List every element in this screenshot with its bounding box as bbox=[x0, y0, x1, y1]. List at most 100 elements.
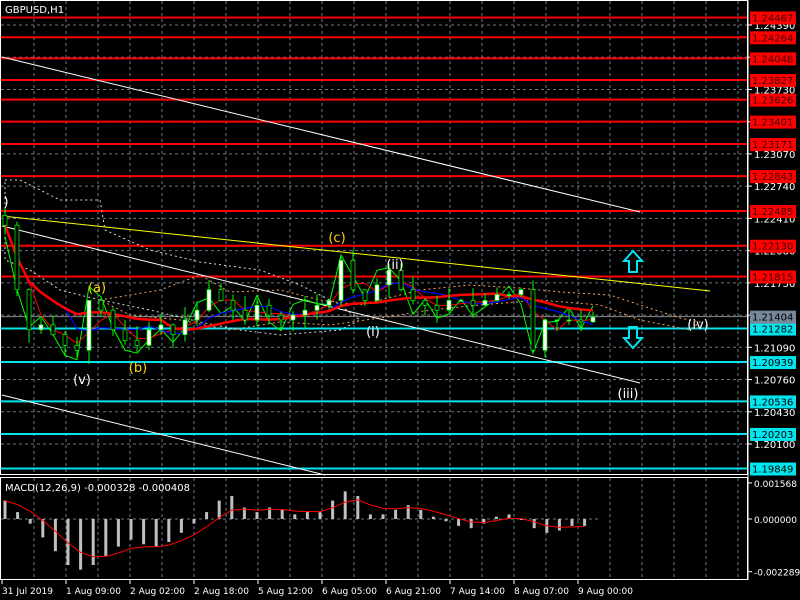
time-tick-label: 2 Aug 02:00 bbox=[130, 587, 185, 597]
time-tick-label: 31 Jul 2019 bbox=[2, 587, 53, 597]
macd-tick-label: -0.002289 bbox=[754, 569, 800, 579]
resistance-level-label: 1.22130 bbox=[752, 242, 793, 253]
wave-labels: (a) (b) (c) (v) (i) (ii) (iii) (iv)) bbox=[3, 195, 708, 402]
trendline-lower-white[interactable] bbox=[1, 394, 326, 476]
resistance-level-label: 1.23626 bbox=[752, 96, 793, 107]
macd-histogram-bar bbox=[230, 496, 234, 519]
macd-histogram-bar bbox=[142, 519, 146, 545]
candle-body bbox=[434, 304, 440, 311]
resistance-level-label: 1.22843 bbox=[752, 172, 793, 183]
macd-histogram-bar bbox=[91, 519, 95, 565]
macd-histogram-bar bbox=[205, 512, 209, 519]
time-axis: 31 Jul 2019 1 Aug 09:00 2 Aug 02:00 2 Aug 1… bbox=[1, 580, 633, 597]
resistance-level-label: 1.24048 bbox=[752, 54, 793, 65]
price-tick-label: 1.23070 bbox=[754, 150, 795, 161]
candle-body bbox=[122, 329, 128, 341]
time-tick-label: 6 Aug 05:00 bbox=[322, 587, 377, 597]
time-tick-label: 5 Aug 12:00 bbox=[258, 587, 313, 597]
support-level-label: 1.20536 bbox=[752, 397, 793, 408]
macd-histogram-bar bbox=[431, 516, 435, 519]
macd-histogram-bar bbox=[305, 512, 309, 519]
candle-body bbox=[542, 319, 548, 351]
candle-body bbox=[170, 324, 176, 335]
price-tick-label: 1.20430 bbox=[754, 408, 795, 419]
candle-body bbox=[62, 334, 68, 346]
candle-body bbox=[278, 314, 284, 321]
support-level-label: 1.21282 bbox=[752, 325, 793, 336]
macd-histogram-bar bbox=[444, 519, 448, 522]
candle-body bbox=[158, 324, 164, 331]
macd-histogram-bar bbox=[217, 500, 221, 519]
macd-histogram-bar bbox=[79, 519, 83, 570]
macd-tick-label: 0.001568 bbox=[754, 480, 797, 490]
candle-body bbox=[218, 289, 224, 301]
price-tick-label: 1.20760 bbox=[754, 376, 795, 387]
wave-label: (a) bbox=[88, 281, 106, 296]
macd-histogram-bar bbox=[179, 519, 183, 533]
wave-label: (i) bbox=[366, 325, 380, 340]
symbol-title: GBPUSD,H1 bbox=[5, 5, 64, 16]
trendline-yellow[interactable] bbox=[1, 215, 711, 292]
macd-histogram-bar bbox=[457, 519, 461, 526]
candle-body bbox=[74, 345, 80, 351]
candle-body bbox=[482, 300, 488, 306]
current-price-label: 1.21404 bbox=[752, 313, 793, 324]
candle-body bbox=[374, 284, 380, 301]
candle-body bbox=[506, 294, 512, 296]
macd-histogram-bar bbox=[255, 512, 259, 519]
wave-label: ) bbox=[3, 195, 8, 210]
resistance-level-label: 1.21815 bbox=[752, 273, 793, 284]
macd-histogram-bar bbox=[129, 519, 133, 540]
macd-histogram-bar bbox=[116, 519, 120, 547]
arrow-down-icon bbox=[621, 326, 645, 350]
macd-histogram-bar bbox=[53, 519, 57, 552]
macd-histogram-bar bbox=[154, 519, 158, 547]
time-tick-label: 1 Aug 09:00 bbox=[66, 587, 121, 597]
wave-label: (c) bbox=[328, 231, 345, 246]
macd-histogram-bar bbox=[419, 509, 423, 519]
macd-histogram-bar bbox=[394, 509, 398, 519]
resistance-level-label: 1.23171 bbox=[752, 140, 793, 151]
macd-histogram-bar bbox=[583, 519, 587, 526]
price-axis: 1.243901.240601.237301.234001.230701.227… bbox=[747, 0, 800, 580]
candle-body bbox=[110, 309, 116, 331]
candle-body bbox=[338, 260, 344, 301]
candle-body bbox=[38, 324, 44, 331]
candle-body bbox=[554, 319, 560, 322]
wave-label: (b) bbox=[129, 361, 147, 376]
macd-histogram-bar bbox=[343, 491, 347, 519]
candle-body bbox=[446, 300, 452, 311]
candle-body bbox=[410, 289, 416, 301]
resistance-level-label: 1.24467 bbox=[752, 13, 793, 24]
candle-body bbox=[530, 289, 536, 351]
candle-body bbox=[314, 304, 320, 311]
candle-body bbox=[470, 300, 476, 306]
price-tick-label: 1.22740 bbox=[754, 182, 795, 193]
candle-body bbox=[398, 269, 404, 291]
resistance-level-label: 1.23401 bbox=[752, 118, 793, 129]
price-tick-label: 1.21090 bbox=[754, 343, 795, 354]
candle-body bbox=[182, 319, 188, 335]
support-level-label: 1.20203 bbox=[752, 430, 793, 441]
candle-body bbox=[98, 300, 104, 311]
macd-histogram-bar bbox=[331, 500, 335, 519]
resistance-level-label: 1.22485 bbox=[752, 207, 793, 218]
candle-body bbox=[242, 309, 248, 321]
chart-canvas[interactable]: (a) (b) (c) (v) (i) (ii) (iii) (iv)) 1.243901.2… bbox=[0, 0, 800, 600]
macd-tick-label: 0.000000 bbox=[754, 516, 797, 526]
macd-pane bbox=[1, 491, 600, 570]
candle-body bbox=[254, 304, 260, 321]
wave-label: (v) bbox=[73, 373, 91, 388]
macd-histogram-bar bbox=[167, 519, 171, 542]
macd-histogram-bar bbox=[293, 514, 297, 519]
candle-body bbox=[302, 309, 308, 316]
candle-body bbox=[578, 319, 584, 323]
candle-body bbox=[26, 289, 32, 331]
time-tick-label: 7 Aug 14:00 bbox=[450, 587, 505, 597]
candle-body bbox=[326, 300, 332, 306]
candle-body bbox=[590, 316, 596, 323]
candle-body bbox=[566, 319, 572, 322]
candle-body bbox=[362, 289, 368, 301]
macd-histogram-bar bbox=[368, 514, 372, 519]
macd-histogram-bar bbox=[3, 500, 7, 519]
